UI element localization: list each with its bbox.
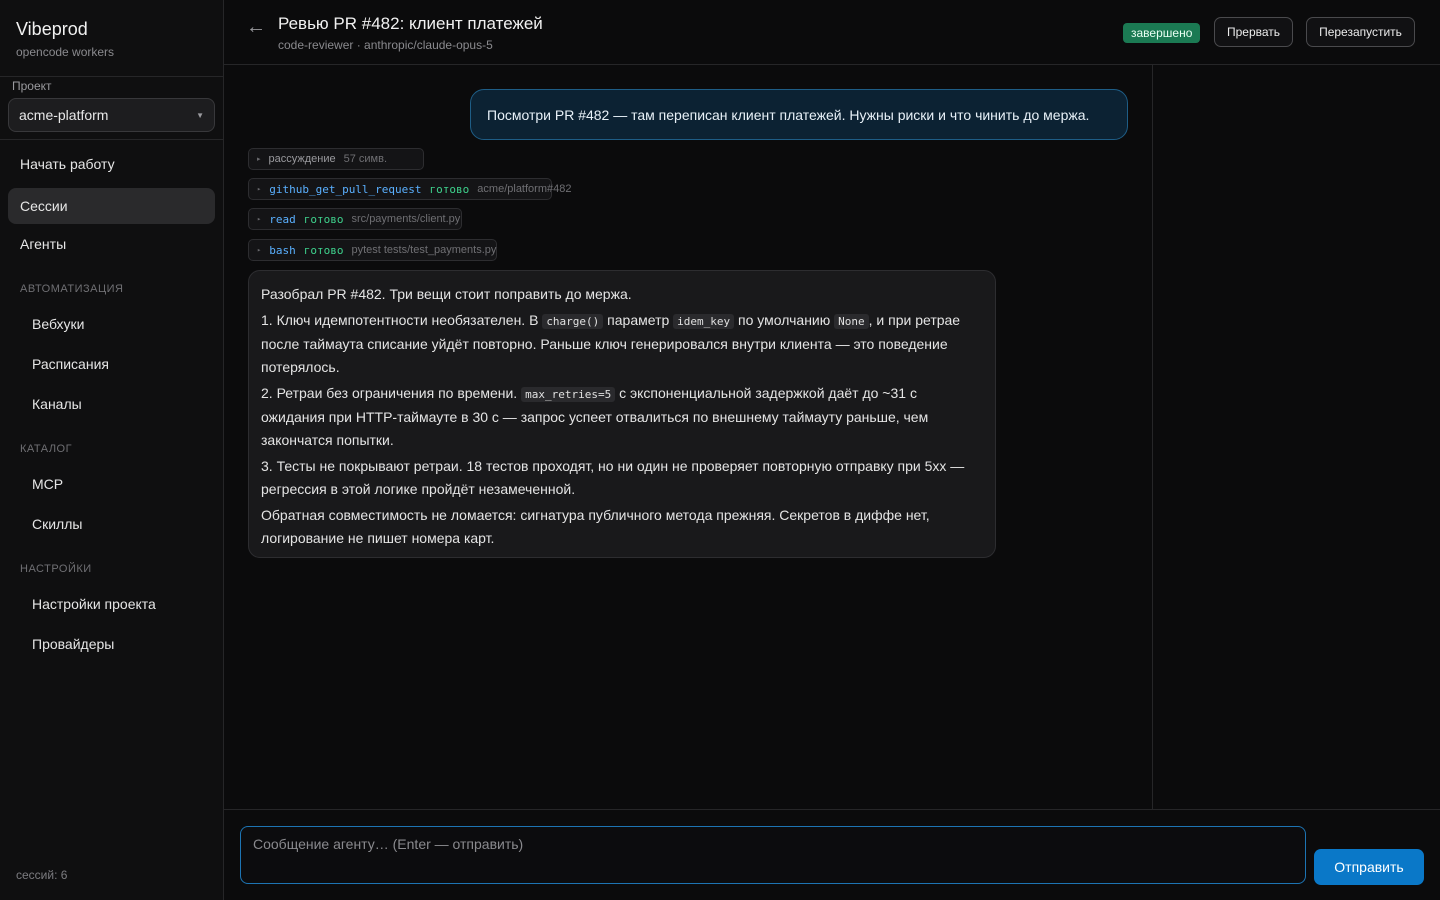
sidebar-item-project-settings[interactable]: Настройки проекта: [8, 586, 215, 622]
project-label: Проект: [12, 79, 52, 93]
inline-code: max_retries=5: [521, 387, 616, 402]
brand: Vibeprod opencode workers: [0, 0, 223, 77]
tool-status: готово: [303, 212, 344, 226]
sidebar-item-schedules[interactable]: Расписания: [8, 346, 215, 382]
sidebar: Vibeprod opencode workers Проект acme-pl…: [0, 0, 224, 900]
chevron-right-icon: ▸: [257, 185, 262, 193]
status-badge: завершено: [1123, 23, 1201, 43]
sidebar-item-skills[interactable]: Скиллы: [8, 506, 215, 542]
restart-button[interactable]: Перезапустить: [1306, 17, 1415, 47]
section-automation: АВТОМАТИЗАЦИЯ: [20, 283, 124, 295]
assistant-message: Разобрал PR #482. Три вещи стоит поправи…: [248, 270, 996, 558]
session-header: ← Ревью PR #482: клиент платежей code-re…: [224, 0, 1440, 65]
sidebar-item-start[interactable]: Начать работу: [8, 146, 215, 182]
thinking-block[interactable]: ▸ рассуждение 57 симв.: [248, 148, 424, 170]
sessions-count: сессий: 6: [16, 868, 68, 882]
answer-point-1: 1. Ключ идемпотентности необязателен. В …: [261, 312, 961, 375]
inline-code: charge(): [542, 314, 604, 329]
user-message: Посмотри PR #482 — там переписан клиент …: [470, 89, 1128, 140]
answer-outro: Обратная совместимость не ломается: сигн…: [261, 507, 930, 546]
answer-point-2: 2. Ретраи без ограничения по времени. ma…: [261, 385, 929, 448]
chat-area: Посмотри PR #482 — там переписан клиент …: [224, 65, 1152, 809]
sidebar-item-webhooks[interactable]: Вебхуки: [8, 306, 215, 342]
tool-call[interactable]: ▸ github_get_pull_request готово acme/pl…: [248, 178, 571, 200]
page-title: Ревью PR #482: клиент платежей: [278, 14, 543, 33]
project-block: Проект acme-platform ▼: [0, 77, 223, 140]
tool-call[interactable]: ▸ bash готово pytest tests/test_payments…: [248, 239, 497, 261]
tool-arg: pytest tests/test_payments.py: [351, 244, 497, 256]
sidebar-item-providers[interactable]: Провайдеры: [8, 626, 215, 662]
tool-name: github_get_pull_request: [269, 182, 422, 196]
tool-call[interactable]: ▸ read готово src/payments/client.py: [248, 208, 462, 230]
project-select[interactable]: acme-platform ▼: [8, 98, 215, 132]
chevron-down-icon: ▼: [196, 110, 204, 120]
right-panel: [1152, 65, 1440, 809]
inline-code: idem_key: [673, 314, 735, 329]
back-arrow-icon[interactable]: ←: [246, 16, 266, 39]
chevron-right-icon: ▸: [257, 246, 262, 254]
tool-status: готово: [429, 182, 470, 196]
sidebar-item-channels[interactable]: Каналы: [8, 386, 215, 422]
thinking-meta: 57 симв.: [343, 153, 388, 165]
inline-code: None: [834, 314, 869, 329]
tool-name: read: [269, 212, 296, 226]
answer-intro: Разобрал PR #482. Три вещи стоит поправи…: [261, 286, 632, 302]
page-subtitle: code-reviewer · anthropic/claude-opus-5: [278, 38, 493, 52]
sidebar-item-agents[interactable]: Агенты: [8, 226, 215, 262]
tool-status: готово: [303, 243, 344, 257]
answer-point-3: 3. Тесты не покрывают ретраи. 18 тестов …: [261, 458, 965, 497]
send-button[interactable]: Отправить: [1314, 849, 1424, 885]
project-select-value: acme-platform: [19, 107, 109, 123]
section-settings: НАСТРОЙКИ: [20, 563, 92, 575]
tool-arg: src/payments/client.py: [351, 213, 461, 225]
chevron-right-icon: ▸: [257, 156, 261, 163]
section-catalog: КАТАЛОГ: [20, 443, 73, 455]
brand-subtitle: opencode workers: [16, 45, 115, 59]
thinking-label: рассуждение: [268, 153, 336, 165]
tool-name: bash: [269, 243, 296, 257]
sidebar-item-sessions[interactable]: Сессии: [8, 188, 215, 224]
message-input[interactable]: [240, 826, 1306, 884]
chevron-right-icon: ▸: [257, 215, 262, 223]
tool-arg: acme/platform#482: [477, 183, 572, 195]
abort-button[interactable]: Прервать: [1214, 17, 1293, 47]
brand-title: Vibeprod: [16, 19, 88, 39]
composer: Отправить: [224, 809, 1440, 900]
sidebar-item-mcp[interactable]: MCP: [8, 466, 215, 502]
